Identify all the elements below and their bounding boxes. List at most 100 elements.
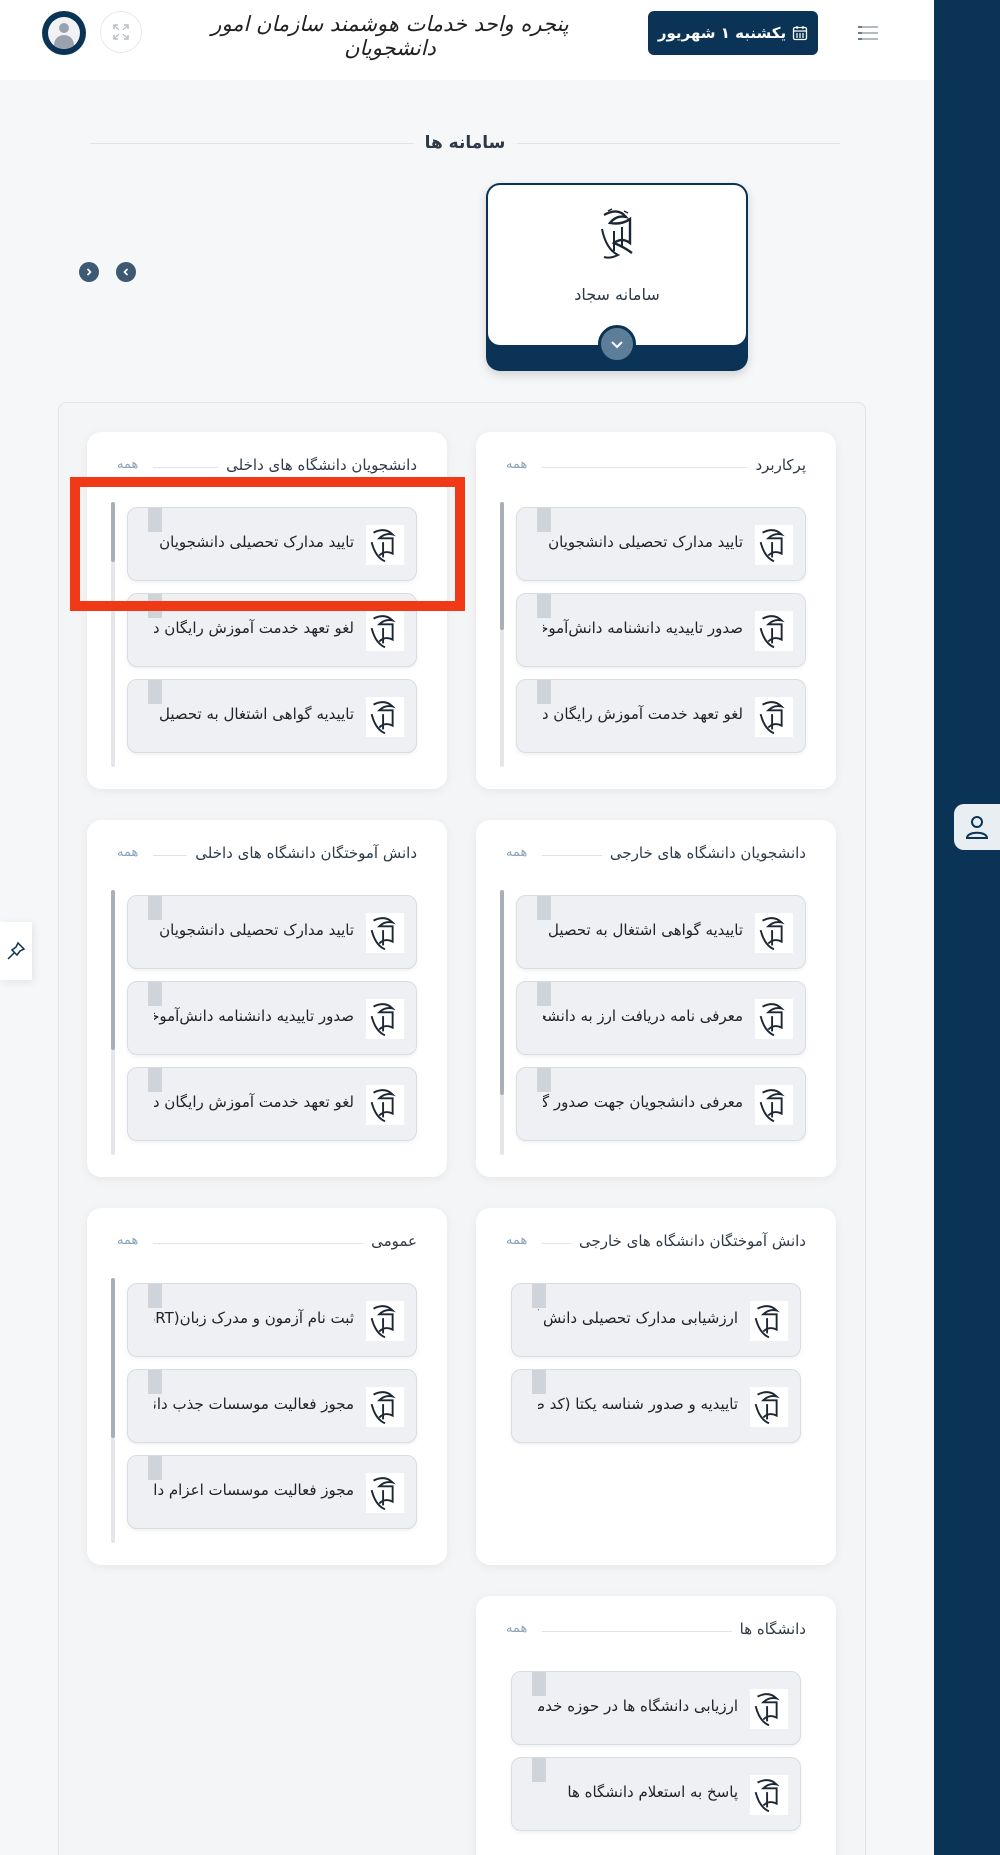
service-label: ثبت نام آزمون و مدرک زبان(ISRT	[154, 1309, 354, 1327]
service-item[interactable]: معرفی دانشجویان جهت صدور گواه	[516, 1067, 806, 1141]
view-all-link[interactable]: همه	[117, 845, 145, 860]
service-item[interactable]: ثبت نام آزمون و مدرک زبان(ISRT	[127, 1283, 417, 1357]
service-label: تاییدیه و صدور شناسه یکتا (کد صد	[538, 1395, 738, 1413]
service-label: مجوز فعالیت موسسات جذب دانش	[154, 1395, 354, 1413]
panel-scrollbar[interactable]	[111, 1278, 115, 1543]
organization-logo-icon	[754, 524, 794, 566]
calendar-icon	[792, 26, 808, 41]
service-item[interactable]: ارزشیابی مدارک تحصیلی دانش آمو	[511, 1283, 801, 1357]
user-profile-tab[interactable]	[954, 804, 1000, 850]
service-label: مجوز فعالیت موسسات اعزام دانش	[154, 1481, 354, 1499]
view-all-link[interactable]: همه	[506, 1233, 534, 1248]
panel-title: عمومی	[363, 1232, 417, 1250]
organization-logo-icon	[754, 696, 794, 738]
carousel-next-button[interactable]	[79, 262, 99, 282]
service-item[interactable]: صدور تاییدیه دانشنامه دانش‌آموخت	[516, 593, 806, 667]
view-all-link[interactable]: همه	[506, 457, 534, 472]
sajad-label: سامانه سجاد	[574, 285, 660, 304]
service-label: تایید مدارک تحصیلی دانشجویان و	[154, 921, 354, 939]
service-label: پاسخ به استعلام دانشگاه ها	[567, 1783, 738, 1801]
panel-general: عمومی همه ثبت نام آزمون و مدرک زبان(ISRT…	[87, 1208, 447, 1565]
sajad-system-card[interactable]: سامانه سجاد	[486, 183, 748, 371]
chevron-right-icon	[86, 268, 92, 276]
systems-title: سامانه ها	[412, 133, 518, 153]
date-label: یکشنبه ۱ شهریور	[657, 24, 787, 42]
avatar-button[interactable]	[42, 11, 86, 55]
panel-title: دانش آموختگان دانشگاه های خارجی	[570, 1232, 806, 1250]
panel-header: عمومی همه	[117, 1232, 417, 1254]
service-label: صدور تاییدیه دانشنامه دانش‌آموخت	[543, 619, 743, 637]
avatar	[48, 17, 80, 49]
panel-domestic-graduates: دانش آموختگان دانشگاه های داخلی همه تایی…	[87, 820, 447, 1177]
panel-title: دانشگاه ها	[731, 1620, 806, 1638]
panel-scrollbar[interactable]	[500, 890, 504, 1155]
panel-header: دانشگاه ها همه	[506, 1620, 806, 1642]
organization-logo-icon	[754, 998, 794, 1040]
organization-logo-icon	[365, 1472, 405, 1514]
organization-logo-icon	[365, 696, 405, 738]
fullscreen-button[interactable]	[100, 11, 142, 53]
systems-heading: سامانه ها	[90, 128, 840, 158]
user-icon	[965, 816, 989, 839]
organization-logo-icon	[365, 1300, 405, 1342]
pin-tab[interactable]	[0, 922, 32, 980]
panel-foreign-students: دانشجویان دانشگاه های خارجی همه تاییدیه …	[476, 820, 836, 1177]
organization-logo-icon	[365, 912, 405, 954]
menu-icon[interactable]	[856, 24, 880, 42]
panel-foreign-graduates: دانش آموختگان دانشگاه های خارجی همه ارزش…	[476, 1208, 836, 1565]
organization-logo-icon	[365, 998, 405, 1040]
service-label: تایید مدارک تحصیلی دانشجویان و	[543, 533, 743, 551]
service-item[interactable]: ارزیابی دانشگاه ها در حوزه خدمات	[511, 1671, 801, 1745]
service-item[interactable]: تایید مدارک تحصیلی دانشجویان و	[127, 895, 417, 969]
panel-header: پرکاربرد همه	[506, 456, 806, 478]
panel-universities: دانشگاه ها همه ارزیابی دانشگاه ها در حوز…	[476, 1596, 836, 1855]
service-label: لغو تعهد خدمت آموزش رایگان دان	[154, 1093, 354, 1111]
organization-logo-icon	[365, 610, 405, 652]
date-button[interactable]: یکشنبه ۱ شهریور	[648, 11, 818, 55]
organization-logo-icon	[754, 610, 794, 652]
service-item[interactable]: مجوز فعالیت موسسات اعزام دانش	[127, 1455, 417, 1529]
service-item[interactable]: صدور تاییدیه دانشنامه دانش‌آموخت	[127, 981, 417, 1055]
view-all-link[interactable]: همه	[117, 1233, 145, 1248]
panel-scrollbar[interactable]	[500, 502, 504, 767]
service-item[interactable]: مجوز فعالیت موسسات جذب دانش	[127, 1369, 417, 1443]
panel-scrollbar[interactable]	[111, 890, 115, 1155]
organization-logo-icon	[749, 1300, 789, 1342]
service-label: تاییدیه گواهی اشتغال به تحصیل د	[543, 921, 743, 939]
carousel-prev-button[interactable]	[116, 262, 136, 282]
panel-header: دانش آموختگان دانشگاه های داخلی همه	[117, 844, 417, 866]
service-item[interactable]: تاییدیه گواهی اشتغال به تحصیل د	[127, 679, 417, 753]
service-item[interactable]: پاسخ به استعلام دانشگاه ها	[511, 1757, 801, 1831]
service-label: صدور تاییدیه دانشنامه دانش‌آموخت	[154, 1007, 354, 1025]
panel-title: دانشجویان دانشگاه های خارجی	[601, 844, 806, 862]
site-title: پنجره واحد خدمات هوشمند سازمان امور دانش…	[211, 12, 569, 60]
organization-logo-icon	[754, 1084, 794, 1126]
highlight-box	[70, 477, 465, 611]
service-item[interactable]: معرفی نامه دریافت ارز به دانشجویا	[516, 981, 806, 1055]
organization-logo-icon	[749, 1688, 789, 1730]
view-all-link[interactable]: همه	[506, 1621, 534, 1636]
panel-popular: پرکاربرد همه تایید مدارک تحصیلی دانشجویا…	[476, 432, 836, 789]
panel-header: دانش آموختگان دانشگاه های خارجی همه	[506, 1232, 806, 1254]
top-header: پنجره واحد خدمات هوشمند سازمان امور دانش…	[0, 0, 934, 80]
service-label: معرفی دانشجویان جهت صدور گواه	[543, 1093, 743, 1111]
view-all-link[interactable]: همه	[506, 845, 534, 860]
service-label: معرفی نامه دریافت ارز به دانشجویا	[543, 1007, 743, 1025]
service-item[interactable]: تایید مدارک تحصیلی دانشجویان و	[516, 507, 806, 581]
organization-logo-icon	[749, 1386, 789, 1428]
expand-icon	[113, 24, 129, 40]
service-label: تاییدیه گواهی اشتغال به تحصیل د	[154, 705, 354, 723]
service-label: ارزیابی دانشگاه ها در حوزه خدمات	[538, 1697, 738, 1715]
service-item[interactable]: لغو تعهد خدمت آموزش رایگان دان	[127, 1067, 417, 1141]
service-item[interactable]: تاییدیه و صدور شناسه یکتا (کد صد	[511, 1369, 801, 1443]
service-item[interactable]: لغو تعهد خدمت آموزش رایگان دان	[516, 679, 806, 753]
view-all-link[interactable]: همه	[117, 457, 145, 472]
pin-icon	[7, 941, 26, 960]
expand-button[interactable]	[598, 325, 636, 363]
right-sidebar	[934, 0, 1000, 1855]
organization-logo-icon	[754, 912, 794, 954]
panel-title: دانشجویان دانشگاه های داخلی	[218, 456, 417, 474]
organization-logo-icon	[365, 1084, 405, 1126]
service-label: لغو تعهد خدمت آموزش رایگان دان	[543, 705, 743, 723]
service-item[interactable]: تاییدیه گواهی اشتغال به تحصیل د	[516, 895, 806, 969]
